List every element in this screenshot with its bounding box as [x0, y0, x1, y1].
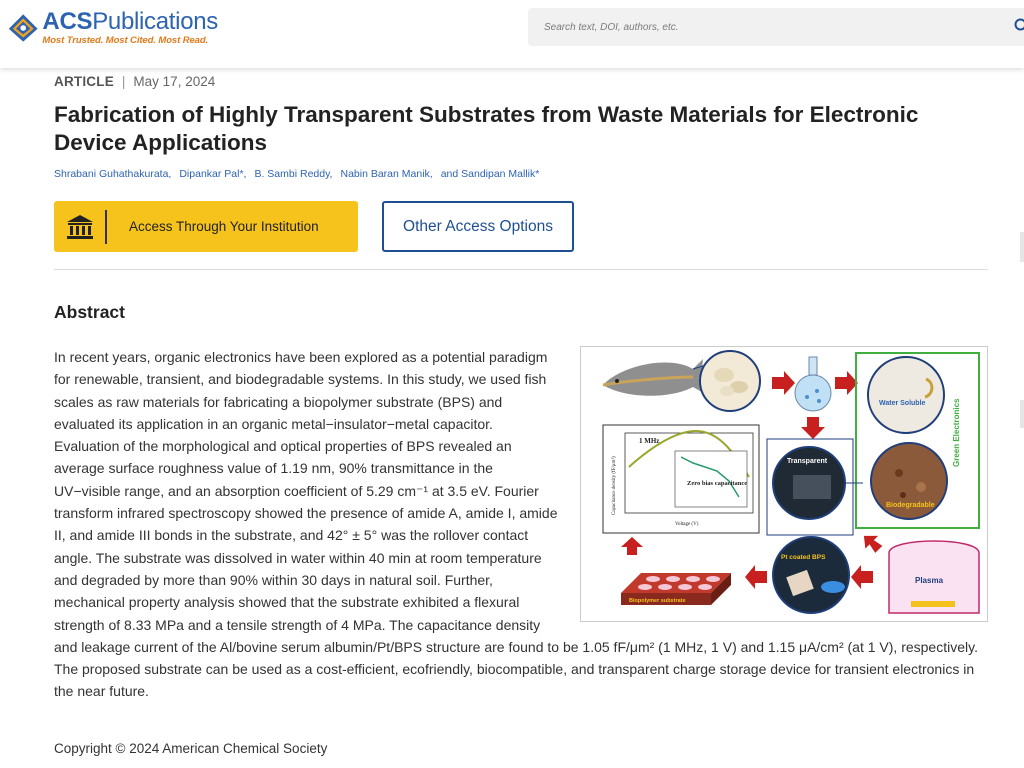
article-meta: ARTICLE | May 17, 2024	[54, 74, 215, 89]
x-axis-label: Voltage (V)	[675, 522, 699, 527]
fish-scales-image	[699, 350, 761, 412]
flask-icon	[794, 356, 832, 412]
fish-image	[602, 359, 707, 396]
arrow-icon	[801, 417, 825, 439]
institution-label: Access Through Your Institution	[129, 219, 319, 234]
article-title: Fabrication of Highly Transparent Substr…	[54, 102, 919, 155]
author-link[interactable]: and Sandipan Mallik*	[441, 168, 540, 180]
logo-acs-text: ACS	[42, 8, 93, 35]
author-list: Shrabani Guhathakurata, Dipankar Pal*, B…	[54, 168, 547, 180]
search-icon[interactable]	[1014, 18, 1024, 34]
acs-logo-icon	[8, 14, 38, 42]
author-link[interactable]: B. Sambi Reddy,	[254, 168, 332, 180]
other-access-options-button[interactable]: Other Access Options	[382, 201, 574, 252]
abstract-section: Green Electronics Water Soluble Transpar…	[54, 346, 988, 703]
publication-date: May 17, 2024	[133, 74, 216, 89]
copyright-notice: Copyright © 2024 American Chemical Socie…	[54, 741, 328, 756]
arrow-icon	[621, 537, 643, 555]
water-soluble-image	[867, 356, 945, 434]
toc-graphic[interactable]: Green Electronics Water Soluble Transpar…	[580, 346, 988, 622]
y-axis-label: Capacitance density (fF/μm²)	[611, 456, 617, 515]
pt-coated-bps-image	[772, 536, 850, 614]
author-link[interactable]: Dipankar Pal*,	[179, 168, 246, 180]
divider-line	[54, 269, 988, 270]
arrow-icon	[745, 565, 767, 589]
biodegradable-label: Biodegradable	[886, 502, 935, 509]
article-type: ARTICLE	[54, 74, 114, 89]
button-divider	[105, 209, 107, 244]
author-link[interactable]: Nabin Baran Manik,	[340, 168, 432, 180]
transparent-label: Transparent	[787, 458, 828, 465]
search-input[interactable]	[528, 8, 1008, 46]
water-soluble-label: Water Soluble	[879, 400, 926, 407]
institution-icon	[67, 214, 93, 239]
acs-publications-logo[interactable]: ACSPublications Most Trusted. Most Cited…	[8, 8, 218, 48]
search-bar	[528, 8, 1024, 46]
plasma-label: Plasma	[915, 576, 944, 585]
logo-tagline: Most Trusted. Most Cited. Most Read.	[42, 35, 209, 46]
green-electronics-label: Green Electronics	[952, 398, 961, 467]
arrow-icon	[772, 371, 795, 395]
substrate-label: Biopolymer substrate	[629, 598, 686, 604]
scroll-edge-marker	[1020, 400, 1024, 428]
pt-coated-label: Pt coated BPS	[781, 554, 826, 561]
arrow-icon	[851, 565, 873, 589]
meta-separator: |	[121, 74, 126, 89]
author-link[interactable]: Shrabani Guhathakurata,	[54, 168, 171, 180]
scroll-edge-marker	[1020, 232, 1024, 262]
arrow-icon	[835, 371, 858, 395]
frequency-label: 1 MHz	[639, 437, 659, 445]
arrow-icon	[863, 535, 883, 553]
access-institution-button[interactable]: Access Through Your Institution	[54, 201, 358, 252]
site-header: ACSPublications Most Trusted. Most Cited…	[0, 0, 1024, 68]
abstract-heading: Abstract	[54, 302, 125, 322]
logo-publications-text: Publications	[92, 8, 218, 35]
zero-bias-label: Zero bias capacitance	[687, 480, 747, 487]
